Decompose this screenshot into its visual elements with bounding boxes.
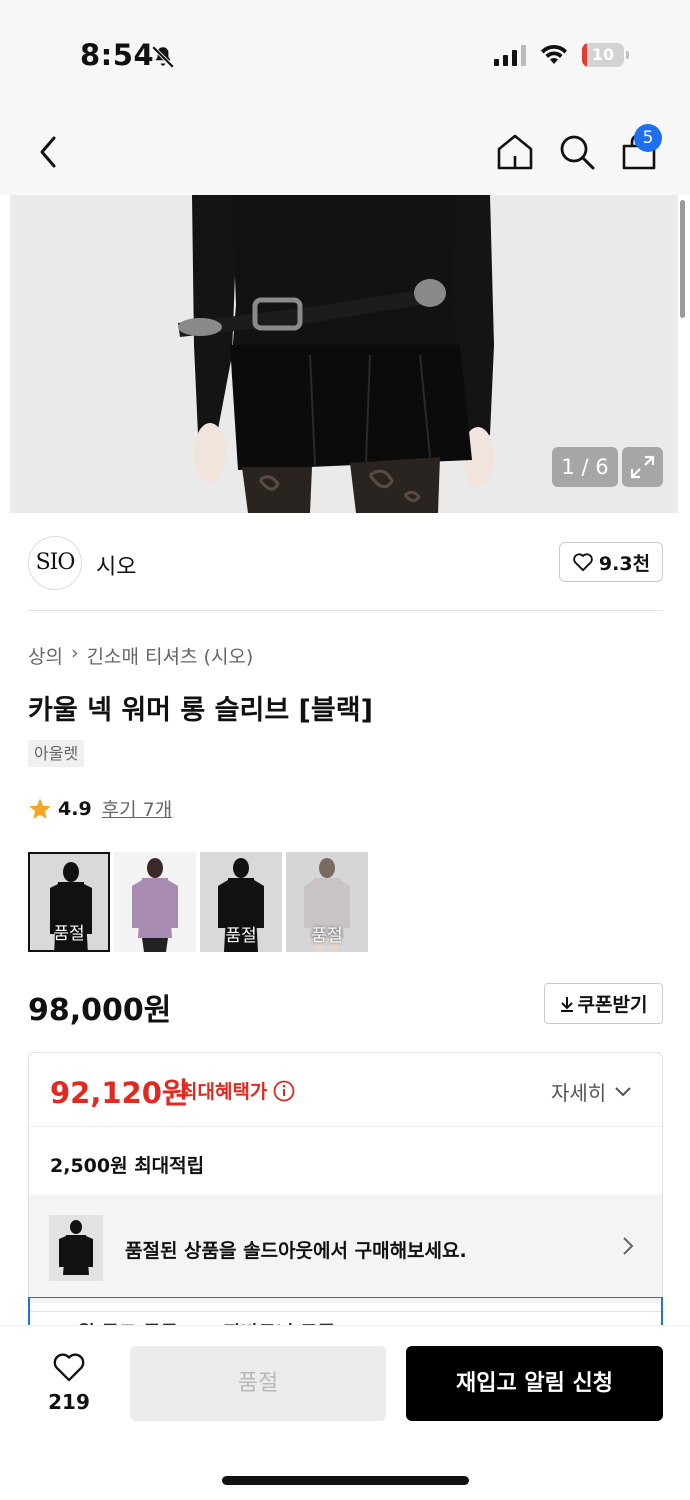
color-option-grey[interactable]: 품절 (286, 852, 368, 952)
coupon-button-label: 쿠폰받기 (577, 994, 648, 1016)
soldout-label: 품절 (53, 924, 85, 944)
max-benefit-price: 92,120원 (50, 1076, 189, 1110)
color-options: 품절 품절 품절 (28, 852, 368, 952)
wifi-icon (541, 44, 567, 64)
chevron-right-icon (623, 1237, 634, 1255)
cart-count-badge: 5 (634, 124, 662, 152)
restock-alert-button[interactable]: 재입고 알림 신청 (406, 1346, 663, 1421)
status-time: 8:54 (80, 38, 155, 72)
back-arrow-icon[interactable] (36, 135, 62, 169)
product-title: 카울 넥 워머 롱 슬리브 [블랙] (28, 695, 373, 726)
soldout-label: 품절 (311, 926, 343, 946)
breadcrumb-category[interactable]: 상의 (28, 642, 63, 669)
scroll-indicator (680, 200, 685, 318)
benefit-box: 92,120원 최대혜택가 자세히 2,500원 최대적립 품절된 상품을 솔드… (28, 1052, 663, 1312)
image-page-indicator: 1 / 6 (552, 447, 618, 487)
rating-row: 4.9 후기 7개 (28, 795, 172, 822)
brand-like-count: 9.3천 (598, 552, 651, 575)
color-option-black[interactable]: 품절 (28, 852, 110, 952)
coupon-download-button[interactable]: 쿠폰받기 (544, 983, 663, 1024)
swatch-image (132, 858, 178, 952)
soldout-thumbnail (49, 1215, 103, 1281)
soldout-message: 품절된 상품을 솔드아웃에서 구매해보세요. (125, 1240, 467, 1262)
download-icon (560, 996, 573, 1012)
soldout-banner[interactable]: 품절된 상품을 솔드아웃에서 구매해보세요. (29, 1195, 662, 1303)
breadcrumb: 상의 › 긴소매 티셔츠 (시오) (28, 642, 253, 669)
brand-row: SIO 시오 9.3천 (0, 513, 690, 611)
max-benefit-text: 최대혜택가 (180, 1081, 268, 1103)
expand-image-button[interactable] (622, 447, 663, 487)
coupon-card-peek[interactable]: 11월 굿드 등급 3% 장바구니 쿠폰 (28, 1297, 663, 1327)
soldout-label: 품절 (225, 926, 257, 946)
heart-icon (53, 1353, 85, 1382)
soldout-button: 품절 (130, 1346, 386, 1421)
heart-icon (573, 553, 593, 572)
color-option-purple[interactable] (114, 852, 196, 952)
star-icon (29, 798, 51, 819)
info-icon[interactable] (273, 1080, 295, 1102)
divider (28, 610, 663, 611)
color-option-black-2[interactable]: 품절 (200, 852, 282, 952)
divider (29, 1126, 662, 1127)
bottom-action-bar: 219 품절 재입고 알림 신청 (0, 1325, 690, 1500)
rating-score: 4.9 (58, 797, 92, 820)
search-icon[interactable] (558, 133, 596, 171)
breadcrumb-subcategory[interactable]: 긴소매 티셔츠 (시오) (87, 642, 254, 669)
chevron-right-icon: › (70, 642, 79, 664)
brand-name[interactable]: 시오 (96, 549, 136, 581)
max-points: 2,500원 최대적립 (50, 1155, 205, 1177)
brand-like-button[interactable]: 9.3천 (559, 542, 663, 582)
brand-logo[interactable]: SIO (28, 536, 82, 590)
home-icon[interactable] (496, 133, 534, 171)
home-indicator (222, 1476, 469, 1485)
bell-off-icon (151, 45, 175, 69)
expand-icon (630, 455, 655, 479)
wishlist-button[interactable] (40, 1351, 98, 1387)
cellular-signal-icon (494, 44, 526, 66)
detail-toggle-label: 자세히 (551, 1081, 607, 1105)
benefit-detail-toggle[interactable]: 자세히 (551, 1077, 632, 1106)
product-price: 98,000원 (28, 993, 172, 1028)
max-benefit-label: 최대혜택가 (180, 1077, 295, 1104)
top-nav (0, 105, 690, 195)
status-bar: 8:54 10 (0, 0, 690, 105)
wishlist-count: 219 (48, 1390, 90, 1414)
review-link[interactable]: 후기 7개 (102, 795, 173, 822)
outlet-tag: 아울렛 (28, 740, 85, 767)
chevron-down-icon (615, 1086, 631, 1096)
battery-icon: 10 (582, 43, 629, 67)
